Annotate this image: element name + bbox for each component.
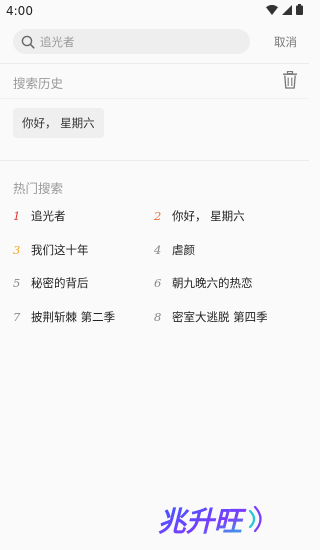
hot-item-7[interactable]: 7 披荆斩棘 第二季 [13,308,115,326]
hot-item-1[interactable]: 1 追光者 [13,207,66,225]
search-bar: 取消 [0,28,309,58]
trash-icon[interactable] [282,71,298,89]
status-time: 4:00 [6,4,33,18]
hot-item-label: 虐颜 [172,243,195,257]
hot-item-label: 披荆斩棘 第二季 [31,310,116,324]
hot-item-6[interactable]: 6 朝九晚六的热恋 [154,274,253,292]
history-chip[interactable]: 你好， 星期六 [13,108,104,138]
hot-item-label: 你好， 星期六 [172,209,245,223]
search-input[interactable] [40,34,230,49]
hot-item-label: 追光者 [31,209,66,223]
hot-search-title: 热门搜索 [13,181,64,196]
hot-rank: 8 [154,310,162,324]
hot-rank: 2 [154,209,162,223]
hot-item-5[interactable]: 5 秘密的背后 [13,274,89,292]
section-divider [0,160,309,161]
hot-rank: 7 [13,310,21,324]
hot-item-3[interactable]: 3 我们这十年 [13,241,89,259]
search-icon [21,35,35,49]
cancel-button[interactable]: 取消 [274,34,297,50]
hot-rank: 3 [13,243,21,257]
hot-item-label: 密室大逃脱 第四季 [172,310,268,324]
search-history-header: 搜索历史 [0,63,309,99]
hot-item-8[interactable]: 8 密室大逃脱 第四季 [154,308,268,326]
search-box[interactable] [13,29,250,54]
hot-item-label: 朝九晚六的热恋 [172,276,253,290]
hot-item-label: 我们这十年 [31,243,89,257]
watermark-logo-icon: 兆升旺 [158,505,262,538]
svg-text:兆升旺: 兆升旺 [158,505,247,538]
search-screen: 4:00 取消 搜索历史 [0,0,309,550]
battery-icon [296,4,303,15]
hot-rank: 6 [154,276,162,290]
search-history-title: 搜索历史 [13,76,64,91]
signal-icon [282,4,292,15]
hot-item-2[interactable]: 2 你好， 星期六 [154,207,245,225]
hot-item-label: 秘密的背后 [31,276,89,290]
hot-rank: 4 [154,243,162,257]
hot-item-4[interactable]: 4 虐颜 [154,241,195,259]
hot-rank: 1 [13,209,21,223]
status-icons [266,4,303,15]
status-bar: 4:00 [0,0,309,24]
wifi-icon [266,4,278,15]
hot-rank: 5 [13,276,21,290]
